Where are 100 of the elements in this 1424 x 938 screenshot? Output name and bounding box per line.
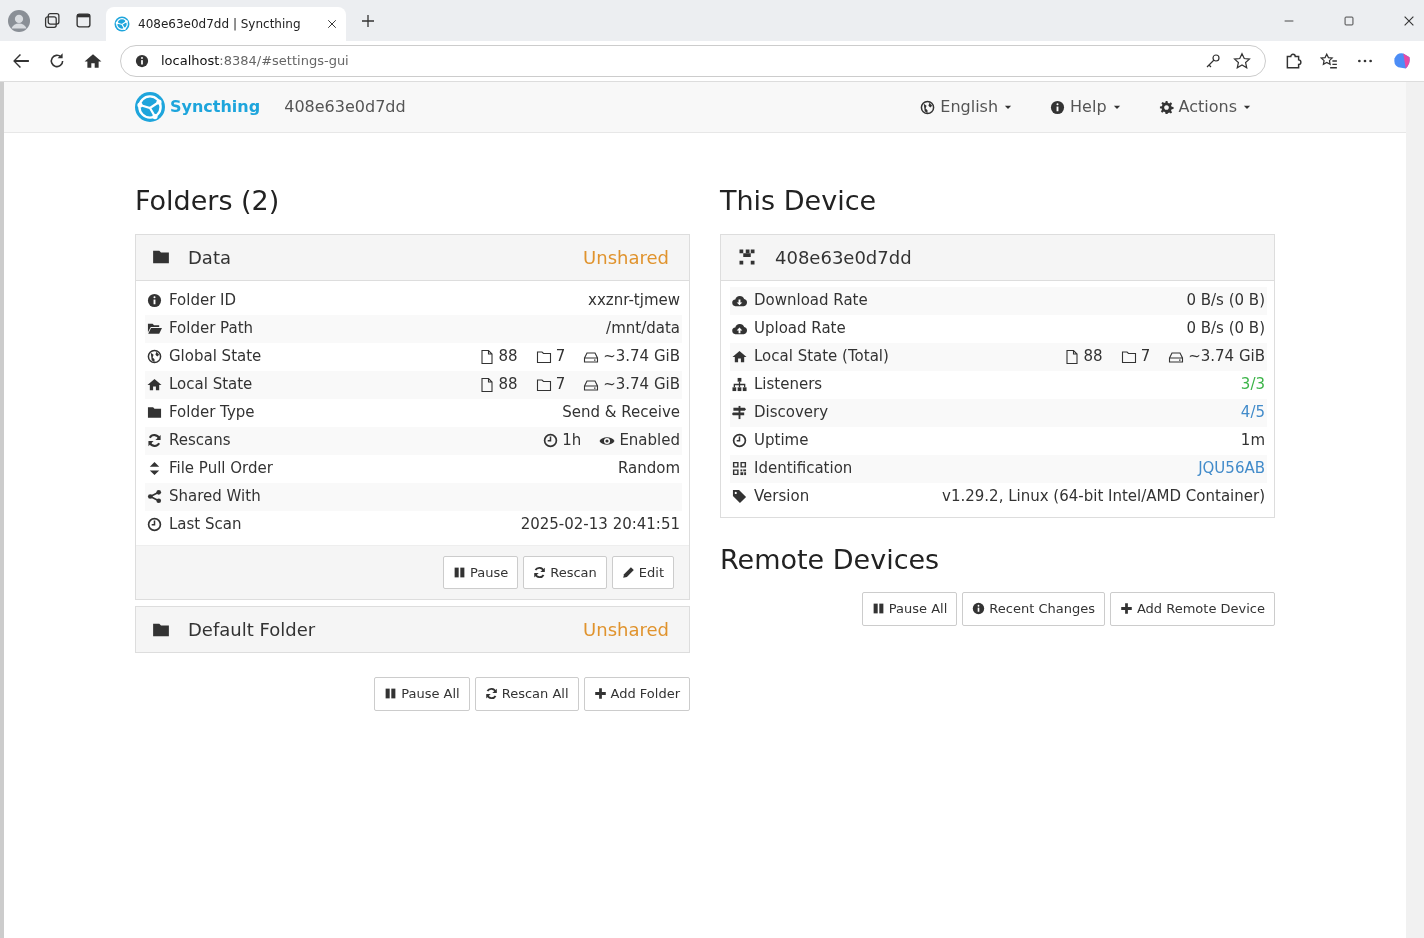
- nav-menu[interactable]: English: [914, 94, 1020, 120]
- refresh-icon: [533, 565, 547, 579]
- row-label: Listeners: [754, 374, 823, 396]
- pause-icon: [384, 687, 398, 701]
- row-label: File Pull Order: [169, 458, 273, 480]
- home-icon[interactable]: [84, 52, 102, 70]
- action-button[interactable]: Pause: [443, 555, 519, 589]
- favorites-icon[interactable]: [1320, 52, 1338, 70]
- share-icon: [147, 489, 162, 504]
- section-title: Remote Devices: [720, 542, 941, 577]
- row-label: Folder ID: [169, 290, 237, 312]
- device-header[interactable]: 408e63e0d7dd: [721, 234, 1274, 281]
- url-text: localhost:8384/#settings-gui: [161, 52, 350, 71]
- row-label: Shared With: [169, 486, 261, 508]
- globe-icon: [147, 349, 162, 364]
- device-name: 408e63e0d7dd: [284, 96, 406, 118]
- folder-name: Data: [188, 245, 231, 270]
- folder-icon: [535, 348, 552, 365]
- row-label: Upload Rate: [754, 318, 846, 340]
- logo-icon: [114, 16, 130, 32]
- sitemap-icon: [732, 377, 747, 392]
- status-label: Unshared: [583, 618, 669, 642]
- tab-actions-icon[interactable]: [75, 12, 92, 29]
- key-icon[interactable]: [1205, 53, 1221, 69]
- cloud-upload-icon: [732, 321, 747, 336]
- row-value: 4/5: [1240, 402, 1265, 424]
- row-label: Folder Type: [169, 402, 255, 424]
- tag-icon: [732, 489, 747, 504]
- new-tab-icon[interactable]: [360, 12, 376, 29]
- action-button[interactable]: Recent Changes: [962, 592, 1105, 626]
- row-value: 0 B/s (0 B): [1186, 318, 1265, 340]
- row-value: v1.29.2, Linux (64-bit Intel/AMD Container): [942, 486, 1265, 508]
- reload-icon[interactable]: [48, 52, 66, 70]
- folder-icon: [147, 405, 162, 420]
- maximize-icon[interactable]: [1342, 13, 1356, 28]
- signpost-icon: [732, 405, 747, 420]
- star-icon[interactable]: [1233, 52, 1251, 70]
- row-value: 1m: [1240, 430, 1265, 452]
- file-count: 88: [498, 346, 518, 368]
- action-button[interactable]: Add Remote Device: [1109, 592, 1275, 626]
- gear-icon: [1158, 99, 1174, 115]
- status-label: Unshared: [583, 245, 669, 270]
- pencil-icon: [621, 565, 635, 579]
- plus-icon: [1119, 602, 1133, 616]
- action-button[interactable]: Pause All: [861, 592, 958, 626]
- action-button[interactable]: Rescan: [523, 555, 607, 589]
- back-icon[interactable]: [12, 52, 30, 70]
- row-value: xxznr-tjmew: [588, 290, 680, 312]
- folder-count: 7: [1140, 346, 1151, 368]
- file-icon: [478, 348, 495, 365]
- row-label: Global State: [169, 346, 262, 368]
- close-icon[interactable]: [326, 18, 338, 30]
- row-value: 2025-02-13 20:41:51: [520, 514, 680, 536]
- action-button[interactable]: Pause All: [374, 677, 470, 711]
- row-label: Uptime: [754, 430, 809, 452]
- workspaces-icon[interactable]: [44, 12, 61, 29]
- folder-header[interactable]: Data Unshared: [136, 234, 689, 281]
- action-button[interactable]: Edit: [611, 555, 674, 589]
- action-button[interactable]: Add Folder: [583, 677, 690, 711]
- row-label: Rescans: [169, 430, 231, 452]
- info-icon: [972, 602, 986, 616]
- row-label: Download Rate: [754, 290, 868, 312]
- plus-icon: [593, 687, 607, 701]
- row-label: Local State: [169, 374, 253, 396]
- home-icon: [147, 377, 162, 392]
- rescan-interval: 1h: [562, 430, 582, 452]
- nav-menu[interactable]: Actions: [1152, 94, 1258, 120]
- identicon-icon: [737, 247, 757, 267]
- identification-link[interactable]: JQU56AB: [1198, 457, 1265, 480]
- row-label: Local State (Total): [754, 346, 889, 368]
- folder-icon: [1120, 348, 1137, 365]
- file-icon: [478, 376, 495, 393]
- folder-name: Default Folder: [188, 618, 316, 642]
- avatar-icon[interactable]: [8, 9, 30, 32]
- nav-menu[interactable]: Help: [1044, 94, 1128, 120]
- watcher-status: Enabled: [619, 430, 680, 452]
- info-icon: [1050, 99, 1066, 115]
- row-value: /mnt/data: [606, 318, 680, 340]
- row-label: Identification: [754, 458, 853, 480]
- file-count: 88: [1083, 346, 1103, 368]
- section-title: This Device: [720, 184, 878, 218]
- row-value: Send & Receive: [562, 402, 680, 424]
- globe-icon: [920, 99, 936, 115]
- open-folder-icon: [147, 321, 162, 336]
- action-button[interactable]: Rescan All: [474, 677, 579, 711]
- qrcode-icon: [732, 461, 747, 476]
- row-label: Discovery: [754, 402, 829, 424]
- browser-tab[interactable]: 408e63e0d7dd | Syncthing: [106, 7, 346, 41]
- extensions-icon[interactable]: [1284, 52, 1302, 70]
- folder-header[interactable]: Default Folder Unshared: [136, 607, 689, 652]
- folder-count: 7: [555, 346, 566, 368]
- refresh-icon: [484, 687, 498, 701]
- clock-icon: [147, 517, 162, 532]
- pause-icon: [871, 602, 885, 616]
- row-value: 3/3: [1240, 374, 1265, 396]
- logo-icon: [134, 91, 166, 123]
- file-count: 88: [498, 374, 518, 396]
- info-icon: [147, 293, 162, 308]
- brand-name: Syncthing: [170, 96, 261, 118]
- size-value: ~3.74 GiB: [603, 374, 680, 396]
